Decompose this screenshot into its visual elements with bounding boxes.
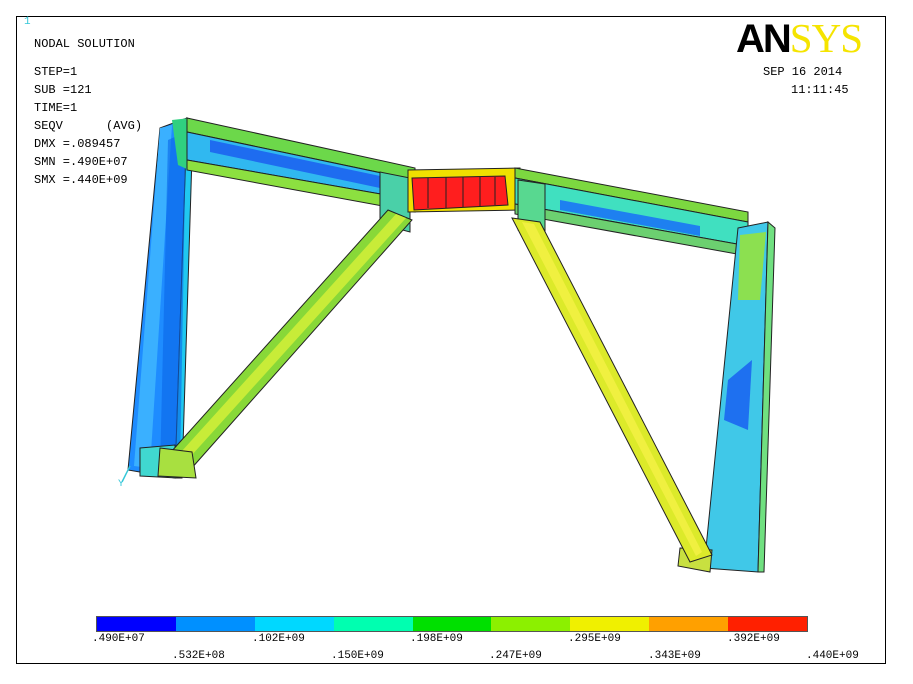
seqv-line: SEQV (AVG) <box>34 119 143 133</box>
legend-swatch <box>570 617 650 631</box>
legend-label-top-0: .490E+07 <box>92 633 145 645</box>
legend-swatch <box>728 617 808 631</box>
triad-label: Y <box>118 479 124 490</box>
color-legend-bar <box>96 616 808 632</box>
legend-swatch <box>175 617 255 631</box>
legend-label-top-4: .392E+09 <box>727 633 780 645</box>
legend-label-bottom-3: .343E+09 <box>648 650 701 662</box>
right-brace-edge <box>522 222 702 556</box>
legend-swatch <box>97 617 176 631</box>
legend-label-bottom-4: .440E+09 <box>806 650 859 662</box>
center-high-stress <box>411 175 509 211</box>
legend-label-top-1: .102E+09 <box>252 633 305 645</box>
legend-label-bottom-1: .150E+09 <box>331 650 384 662</box>
smn-line: SMN =.490E+07 <box>34 155 128 169</box>
ansys-logo: ANSYS <box>736 15 863 61</box>
legend-swatch <box>491 617 571 631</box>
left-brace-foot <box>157 447 197 479</box>
smx-line: SMX =.440E+09 <box>34 173 128 187</box>
legend-swatch <box>649 617 729 631</box>
dmx-line: DMX =.089457 <box>34 137 121 151</box>
legend-label-bottom-0: .532E+08 <box>172 650 225 662</box>
legend-swatch <box>333 617 413 631</box>
time-label: 11:11:45 <box>791 83 849 97</box>
time-line: TIME=1 <box>34 101 78 115</box>
legend-label-top-3: .295E+09 <box>568 633 621 645</box>
step-line: STEP=1 <box>34 65 78 79</box>
stress-contour-model: Y <box>118 116 776 573</box>
legend-swatch <box>254 617 334 631</box>
legend-label-top-2: .198E+09 <box>410 633 463 645</box>
sub-line: SUB =121 <box>34 83 92 97</box>
legend-label-bottom-2: .247E+09 <box>489 650 542 662</box>
legend-swatch <box>412 617 492 631</box>
plot-title: NODAL SOLUTION <box>34 37 135 51</box>
left-brace-edge <box>172 214 406 466</box>
date-label: SEP 16 2014 <box>763 65 843 79</box>
